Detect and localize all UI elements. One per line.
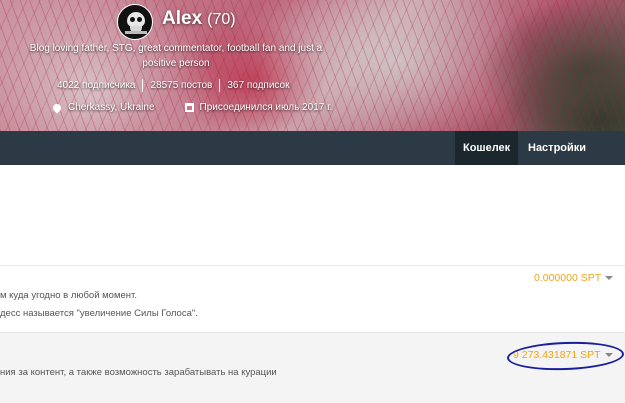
profile-stats: 4022 подписчика 28575 постов 367 подписо… [57, 79, 296, 92]
balance-row-power: м куда угодно в любой момент. десс назыв… [0, 265, 625, 332]
reputation-score: (70) [207, 11, 236, 28]
profile-header: Alex (70) [162, 8, 236, 30]
profile-bio: Blog loving father, STG, great commentat… [29, 43, 323, 69]
profile-meta: Cherkassy, Ukraine Присоединился июль 20… [51, 101, 333, 114]
calendar-icon [184, 103, 194, 112]
balance-amount-dropdown[interactable]: 0.000000 SPT [534, 272, 614, 284]
tab-settings[interactable]: Настройки [520, 131, 594, 165]
followers-count[interactable]: 4022 подписчика [57, 80, 142, 91]
profile-navbar: Кошелек Настройки [0, 131, 625, 165]
balance-amount: 0.000000 SPT [534, 272, 602, 284]
tab-wallet[interactable]: Кошелек [455, 131, 519, 165]
balance-description: ния за контент, а также возможность зара… [0, 367, 277, 378]
following-count[interactable]: 367 подписок [220, 80, 296, 91]
profile-joined-date: Присоединился июль 2017 г. [199, 102, 333, 113]
profile-location: Cherkassy, Ukraine [68, 102, 155, 113]
balance-description: м куда угодно в любой момент. [0, 290, 137, 301]
profile-cover: Alex (70) Blog loving father, STG, great… [0, 0, 625, 131]
avatar[interactable] [117, 4, 153, 40]
posts-count[interactable]: 28575 постов [143, 80, 219, 91]
location-pin-icon [51, 101, 63, 114]
balance-description: десс называется "увеличение Силы Голоса"… [0, 308, 198, 319]
user-name: Alex [162, 8, 203, 29]
chevron-down-icon [605, 276, 614, 280]
